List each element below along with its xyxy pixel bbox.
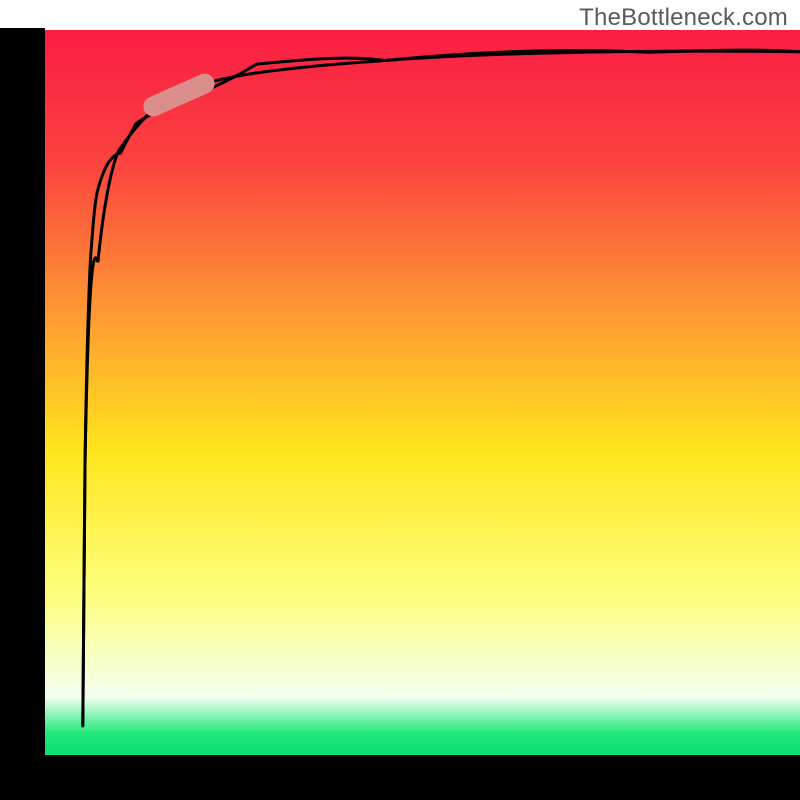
- axis-left: [0, 28, 45, 800]
- bottleneck-chart: [0, 0, 800, 800]
- watermark-label: TheBottleneck.com: [579, 4, 788, 32]
- plot-gradient-area: [45, 30, 800, 755]
- axis-bottom: [0, 755, 800, 800]
- chart-stage: TheBottleneck.com: [0, 0, 800, 800]
